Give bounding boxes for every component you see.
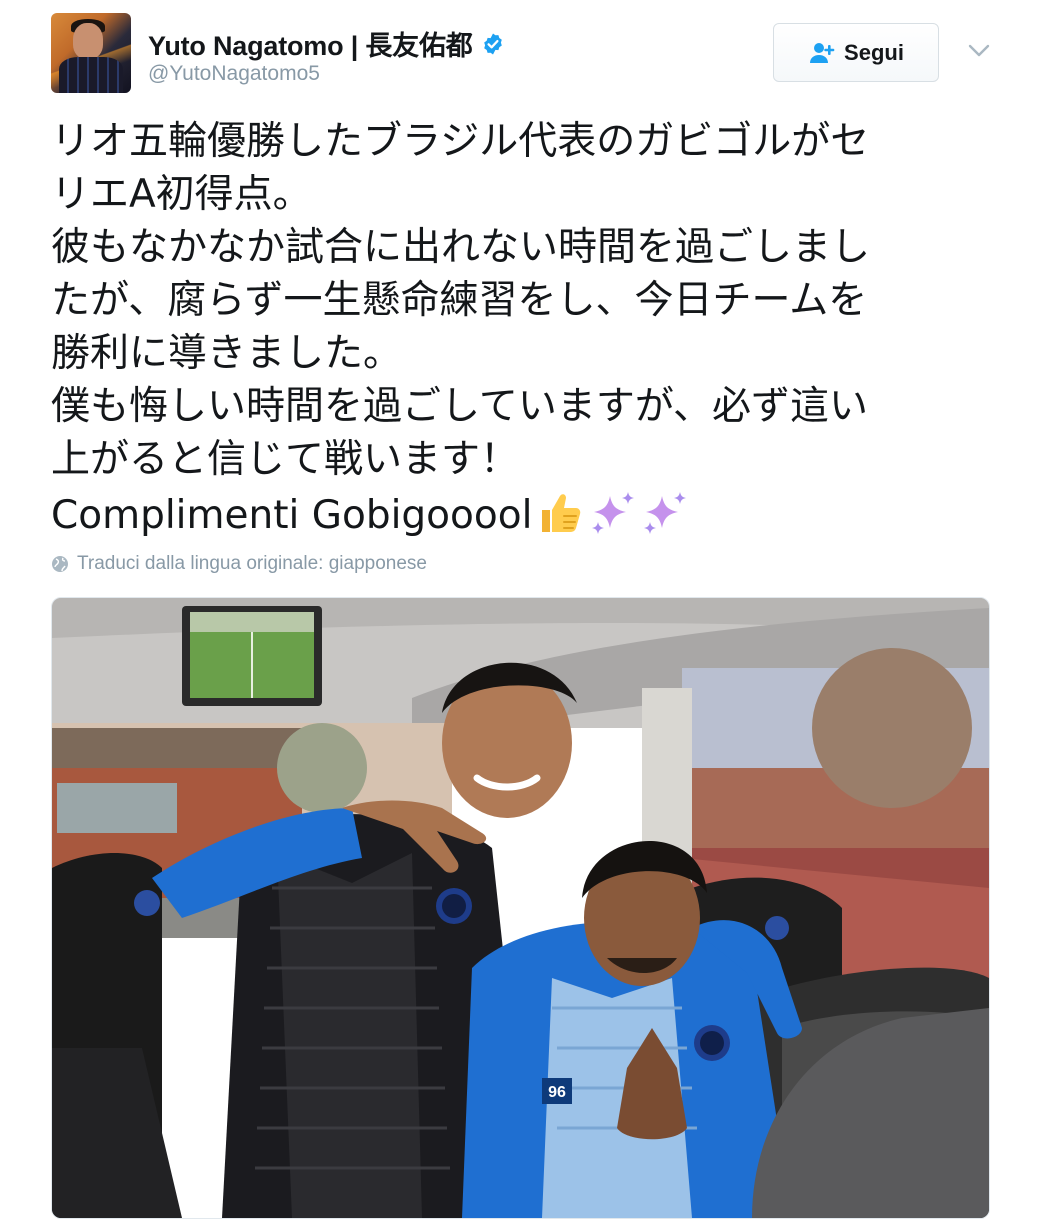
sparkles-emoji-icon [644,492,687,534]
chevron-down-icon[interactable] [966,40,992,60]
tweet-text-line: たが、腐らず一生懸命練習をし、今日チームを [51,278,868,323]
add-user-icon [810,42,835,63]
thumbs-up-emoji-icon [542,494,581,532]
tweet-card: Yuto Nagatomo | 長友佑都 @YutoNagatomo5 Segu… [0,0,1043,1219]
tweet-text-line: Complimenti Gobigooool [51,493,533,538]
photo-illustration: 96 [52,598,989,1218]
tweet-text-line: 僕も悔しい時間を過ごしていますが、必ず這い [51,384,869,429]
tweet-text-line: リオ五輪優勝したブラジル代表のガビゴルがセ [51,119,870,164]
author-name-row[interactable]: Yuto Nagatomo | 長友佑都 [148,24,505,63]
follow-button-label: Segui [844,39,904,65]
tweet-text-line: リエA初得点。 [51,172,312,217]
author-display-name[interactable]: Yuto Nagatomo | 長友佑都 [148,24,473,63]
verified-badge-icon [483,33,502,54]
tweet-text-last-line: Complimenti Gobigooool [51,486,991,542]
avatar[interactable] [51,13,131,93]
tweet-text-line: 勝利に導きました。 [51,331,403,376]
sparkles-emoji-icon [592,492,635,534]
tweet-text-line: 彼もなかなか試合に出れない時間を過ごしまし [51,225,871,270]
translate-link[interactable]: Traduci dalla lingua originale: giappone… [51,553,427,575]
tweet-text: リオ五輪優勝したブラジル代表のガビゴルがセ リエA初得点。 彼もなかなか試合に出… [51,115,991,542]
globe-icon [52,556,68,572]
translate-label: Traduci dalla lingua originale: giappone… [77,553,427,574]
follow-button[interactable]: Segui [773,23,939,82]
tweet-photo[interactable]: 96 [51,597,990,1219]
author-handle[interactable]: @YutoNagatomo5 [148,62,320,86]
svg-text:96: 96 [548,1084,566,1101]
tweet-text-line: 上がると信じて戦います！ [51,437,520,482]
